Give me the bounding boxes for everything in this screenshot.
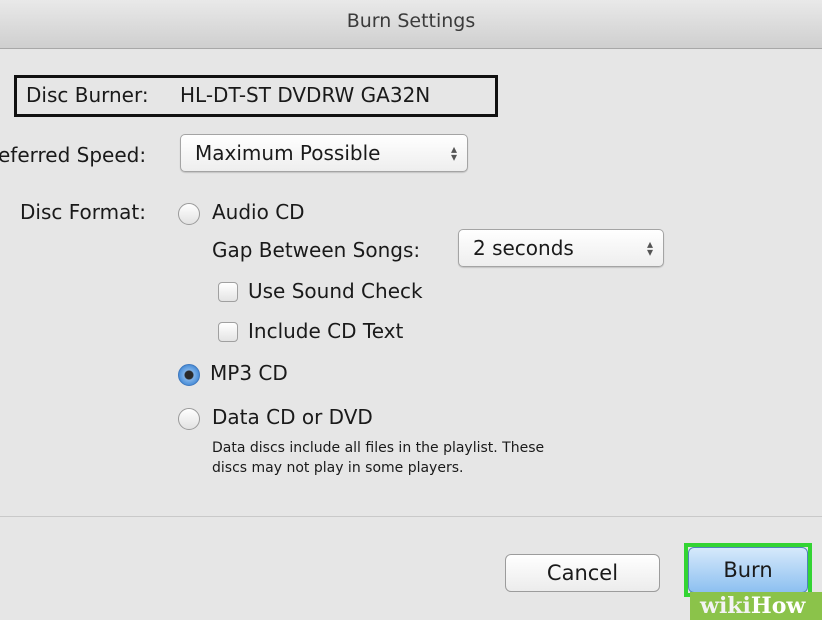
cancel-button[interactable]: Cancel: [505, 554, 660, 592]
gap-between-songs-label: Gap Between Songs:: [212, 238, 421, 262]
window-title: Burn Settings: [346, 10, 476, 32]
radio-audio-cd[interactable]: [178, 203, 200, 225]
gap-between-songs-select[interactable]: 2 seconds ▴ ▾: [458, 229, 664, 267]
updown-arrows-icon: ▴ ▾: [450, 142, 457, 164]
preferred-speed-label: eferred Speed:: [0, 143, 147, 167]
burn-highlight-box: [684, 543, 812, 597]
use-sound-check-checkbox[interactable]: [218, 282, 238, 302]
radio-data-cd-dvd[interactable]: [178, 408, 200, 430]
radio-mp3-cd[interactable]: [178, 364, 200, 386]
updown-arrows-icon: ▴ ▾: [646, 237, 653, 259]
preferred-speed-select[interactable]: Maximum Possible ▴ ▾: [180, 134, 468, 172]
gap-between-songs-value: 2 seconds: [473, 236, 574, 260]
watermark-wiki-text: wiki: [700, 593, 751, 619]
data-disc-note-line2: discs may not play in some players.: [212, 460, 464, 476]
radio-mp3-cd-label: MP3 CD: [210, 361, 288, 385]
radio-audio-cd-label: Audio CD: [212, 200, 305, 224]
wikihow-watermark-logo: wiki How: [690, 592, 822, 620]
data-disc-note-line1: Data discs include all files in the play…: [212, 440, 545, 456]
preferred-speed-value: Maximum Possible: [195, 141, 381, 165]
disc-burner-value: HL-DT-ST DVDRW GA32N: [180, 83, 431, 107]
disc-format-label: Disc Format:: [20, 200, 146, 224]
include-cd-text-label: Include CD Text: [248, 319, 404, 343]
include-cd-text-checkbox[interactable]: [218, 322, 238, 342]
disc-burner-label: Disc Burner:: [26, 83, 149, 107]
radio-data-cd-dvd-label: Data CD or DVD: [212, 405, 373, 429]
button-bar-divider: [0, 516, 822, 517]
use-sound-check-label: Use Sound Check: [248, 279, 423, 303]
watermark-how-text: How: [750, 593, 806, 619]
